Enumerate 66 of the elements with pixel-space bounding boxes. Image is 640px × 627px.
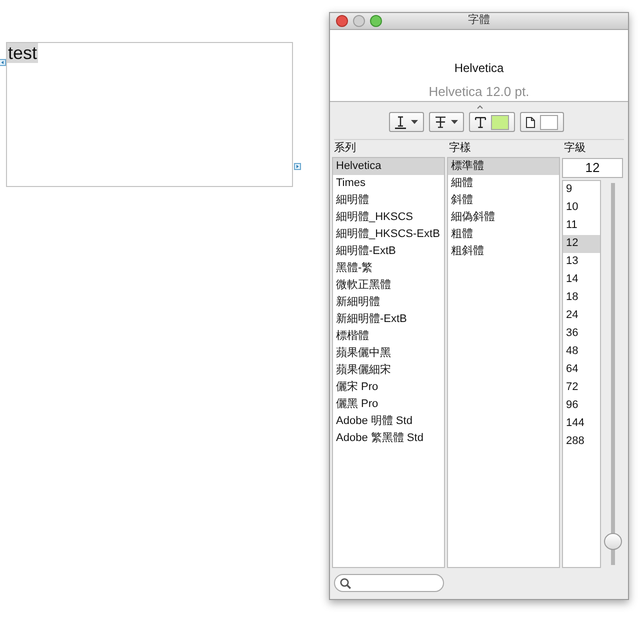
caret-down-icon (410, 120, 418, 124)
size-item[interactable]: 24 (563, 307, 600, 325)
typeface-item[interactable]: 粗體 (448, 226, 559, 243)
column-header: 系列 (333, 140, 357, 156)
size-input[interactable]: 12 (562, 158, 623, 178)
size-item[interactable]: 11 (563, 217, 600, 235)
family-item[interactable]: 細明體 (333, 192, 444, 209)
text-document[interactable]: test (6, 42, 293, 187)
size-item[interactable]: 13 (563, 253, 600, 271)
document-color-button[interactable] (520, 112, 564, 132)
size-item[interactable]: 72 (563, 379, 600, 397)
left-triangle-icon[interactable] (0, 59, 6, 66)
typeface-item[interactable]: 粗斜體 (448, 243, 559, 260)
caret-down-icon (450, 120, 458, 124)
family-item[interactable]: 標楷體 (333, 328, 444, 345)
size-item[interactable]: 96 (563, 397, 600, 415)
size-item[interactable]: 18 (563, 289, 600, 307)
typeface-item[interactable]: 標準體 (448, 158, 559, 175)
family-item[interactable]: 細明體_HKSCS-ExtB (333, 226, 444, 243)
window-title: 字體 (468, 14, 490, 26)
family-item[interactable]: 蘋果儷細宋 (333, 362, 444, 379)
right-triangle-icon[interactable] (294, 163, 301, 170)
text-color-button[interactable] (468, 112, 514, 132)
family-item[interactable]: 微軟正黑體 (333, 277, 444, 294)
close-icon[interactable] (336, 15, 348, 27)
preview-description: Helvetica 12.0 pt. (428, 84, 530, 100)
slider-thumb[interactable] (604, 533, 622, 550)
family-item[interactable]: Adobe 明體 Std (333, 413, 444, 430)
family-item[interactable]: 儷宋 Pro (333, 379, 444, 396)
underline-icon (394, 116, 406, 128)
text-icon (474, 116, 486, 128)
underline-button[interactable] (388, 112, 424, 132)
size-item[interactable]: 14 (563, 271, 600, 289)
column-header: 字樣 (448, 140, 472, 156)
family-item[interactable]: 細明體_HKSCS (333, 209, 444, 226)
document-icon (526, 116, 534, 128)
column-header: 字級 (563, 140, 587, 156)
size-item[interactable]: 288 (563, 433, 600, 451)
typeface-item[interactable]: 細偽斜體 (448, 209, 559, 226)
size-item[interactable]: 9 (563, 181, 600, 199)
family-item[interactable]: Helvetica (333, 158, 444, 175)
family-item[interactable]: Adobe 繁黑體 Std (333, 430, 444, 447)
caret-up-icon[interactable] (477, 104, 483, 108)
typeface-item[interactable]: 斜體 (448, 192, 559, 209)
search-icon (340, 578, 351, 588)
typeface-item[interactable]: 細體 (448, 175, 559, 192)
size-item[interactable]: 48 (563, 343, 600, 361)
size-item[interactable]: 144 (563, 415, 600, 433)
family-item[interactable]: 儷黑 Pro (333, 396, 444, 413)
document-text: test (7, 43, 38, 63)
size-item[interactable]: 12 (563, 235, 600, 253)
search-field[interactable] (334, 574, 444, 592)
family-item[interactable]: Times (333, 175, 444, 192)
preview-font-name: Helvetica (454, 61, 504, 75)
minimize-icon[interactable] (353, 15, 365, 27)
size-item[interactable]: 36 (563, 325, 600, 343)
strikethrough-icon (434, 116, 446, 128)
family-item[interactable]: 黑體-繁 (333, 260, 444, 277)
strikethrough-button[interactable] (428, 112, 464, 132)
family-item[interactable]: 細明體-ExtB (333, 243, 444, 260)
size-item[interactable]: 64 (563, 361, 600, 379)
family-item[interactable]: 新細明體-ExtB (333, 311, 444, 328)
family-item[interactable]: 新細明體 (333, 294, 444, 311)
size-item[interactable]: 10 (563, 199, 600, 217)
family-item[interactable]: 蘋果儷中黑 (333, 345, 444, 362)
zoom-icon[interactable] (370, 15, 382, 27)
